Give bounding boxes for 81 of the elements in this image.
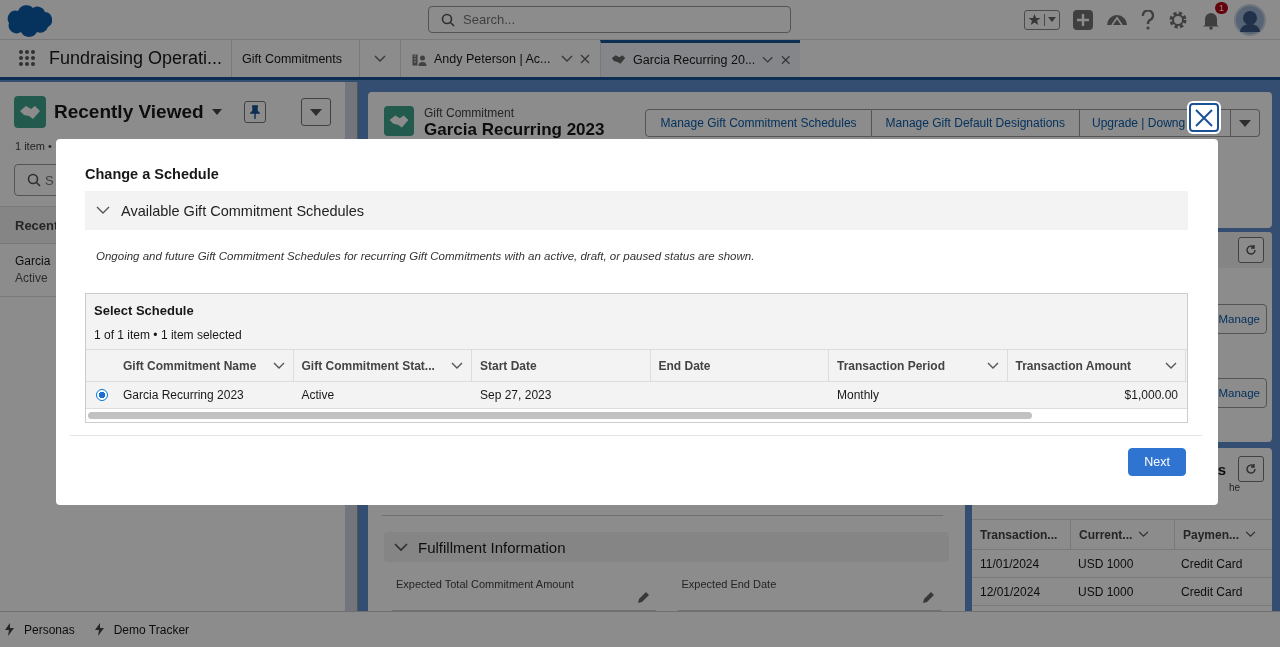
table-cell-text: Active [300, 387, 336, 404]
column-header[interactable]: End Date [650, 350, 829, 381]
table-title: Select Schedule [94, 303, 195, 318]
record-type: Gift Commitment [424, 106, 515, 120]
search-icon [441, 12, 455, 27]
caret-down-icon[interactable] [211, 109, 222, 115]
field-label: Expected Total Commitment Amount [396, 578, 574, 590]
column-header[interactable]: Transaction Amount [1007, 350, 1186, 381]
description-text: Ongoing and future Gift Commitment Schedules for recurring Gift Commitments with an active, draft, or paused status are shown. [96, 250, 756, 262]
lightning-icon [94, 623, 104, 636]
column-header[interactable]: Transaction... [972, 520, 1071, 549]
pencil-icon[interactable] [636, 591, 650, 604]
notification-badge: 1 [1215, 1, 1228, 14]
column-header[interactable]: Gift Commitment Name [115, 350, 294, 381]
handshake-icon [611, 53, 627, 67]
pencil-icon[interactable] [922, 591, 935, 604]
item-count: 1 item • [15, 140, 53, 152]
record-title: Garcia Recurring 2023 [424, 120, 605, 140]
column-header[interactable]: Start Date [472, 350, 651, 381]
field-label: Expected End Date [681, 578, 777, 590]
refresh-icon [1245, 463, 1257, 475]
utility-item[interactable]: Personas [5, 622, 75, 637]
section-header[interactable]: Fulfillment Information [384, 532, 949, 562]
avatar-icon[interactable] [1234, 3, 1266, 36]
pin-icon [249, 105, 260, 119]
section-header[interactable]: Available Gift Commitment Schedules [85, 191, 1188, 230]
list-view-title[interactable]: Recently Viewed [54, 101, 204, 123]
table-cell-text: 12/01/2024 [979, 583, 1042, 601]
table-cell-text: USD 1000 [1077, 583, 1135, 601]
card-description: he [1228, 482, 1240, 493]
table-cell-text: USD 1000 [1077, 555, 1135, 573]
chevron-down-icon[interactable] [762, 56, 774, 64]
handshake-icon [14, 96, 46, 128]
lightning-icon [5, 623, 14, 636]
close-icon[interactable] [780, 55, 790, 65]
list-menu-button[interactable] [301, 98, 331, 126]
help-icon[interactable] [1141, 9, 1155, 30]
caret-down-icon [1239, 120, 1251, 127]
pin-button[interactable] [243, 101, 266, 123]
app-name: Fundraising Operati... [49, 47, 224, 70]
workspace-tab[interactable]: Garcia Recurring 20... [600, 40, 800, 77]
chevron-down-icon [374, 54, 386, 63]
table-cell-text: $1,000.00 [1123, 387, 1179, 404]
more-actions-button[interactable] [1231, 109, 1260, 137]
modal-title: Change a Schedule [85, 166, 220, 182]
utility-item[interactable]: Demo Tracker [94, 622, 190, 637]
item-count: 1 of 1 item • 1 item selected [94, 328, 243, 342]
chevron-down-icon[interactable] [561, 54, 573, 63]
action-button[interactable]: Manage Gift Commitment Schedules [645, 109, 872, 137]
card-title: s [1217, 460, 1226, 478]
refresh-button[interactable] [1238, 456, 1264, 482]
table-cell-text: Sep 27, 2023 [479, 387, 553, 404]
radio-button[interactable] [95, 389, 108, 401]
workspace-tab[interactable]: Gift Commitments [231, 40, 359, 77]
cloud-logo[interactable] [6, 2, 52, 37]
settings-icon[interactable] [1168, 9, 1188, 30]
next-button[interactable]: Next [1128, 448, 1186, 476]
close-icon [1195, 108, 1213, 127]
close-button[interactable] [1189, 103, 1219, 132]
handshake-icon [384, 106, 414, 136]
column-header[interactable]: Transaction Period [829, 350, 1008, 381]
table-cell-text: Monthly [836, 387, 881, 404]
action-button[interactable]: Manage Gift Default Designations [871, 109, 1080, 137]
column-header[interactable]: Current... [1071, 520, 1175, 549]
column-header[interactable]: Paymen... [1175, 520, 1272, 549]
table-cell-text: 11/01/2024 [979, 555, 1041, 573]
table-cell-text: Garcia Recurring 2023 [122, 387, 245, 404]
caret-down-icon [310, 108, 322, 116]
search-field[interactable]: Search... [428, 6, 791, 33]
favorites-button[interactable] [1024, 9, 1060, 30]
search-icon [27, 173, 41, 187]
building-person-icon [411, 51, 427, 66]
plus-icon[interactable] [1073, 9, 1093, 30]
refresh-icon [1245, 244, 1257, 256]
table-cell-text: Credit Card [1180, 555, 1244, 573]
scrollbar-thumb[interactable] [88, 412, 1032, 419]
column-header[interactable]: Gift Commitment Stat... [293, 350, 472, 381]
app-launcher-icon[interactable] [18, 49, 36, 67]
close-icon[interactable] [580, 53, 590, 64]
table-cell-text: Credit Card [1180, 583, 1244, 601]
refresh-button[interactable] [1238, 237, 1264, 263]
